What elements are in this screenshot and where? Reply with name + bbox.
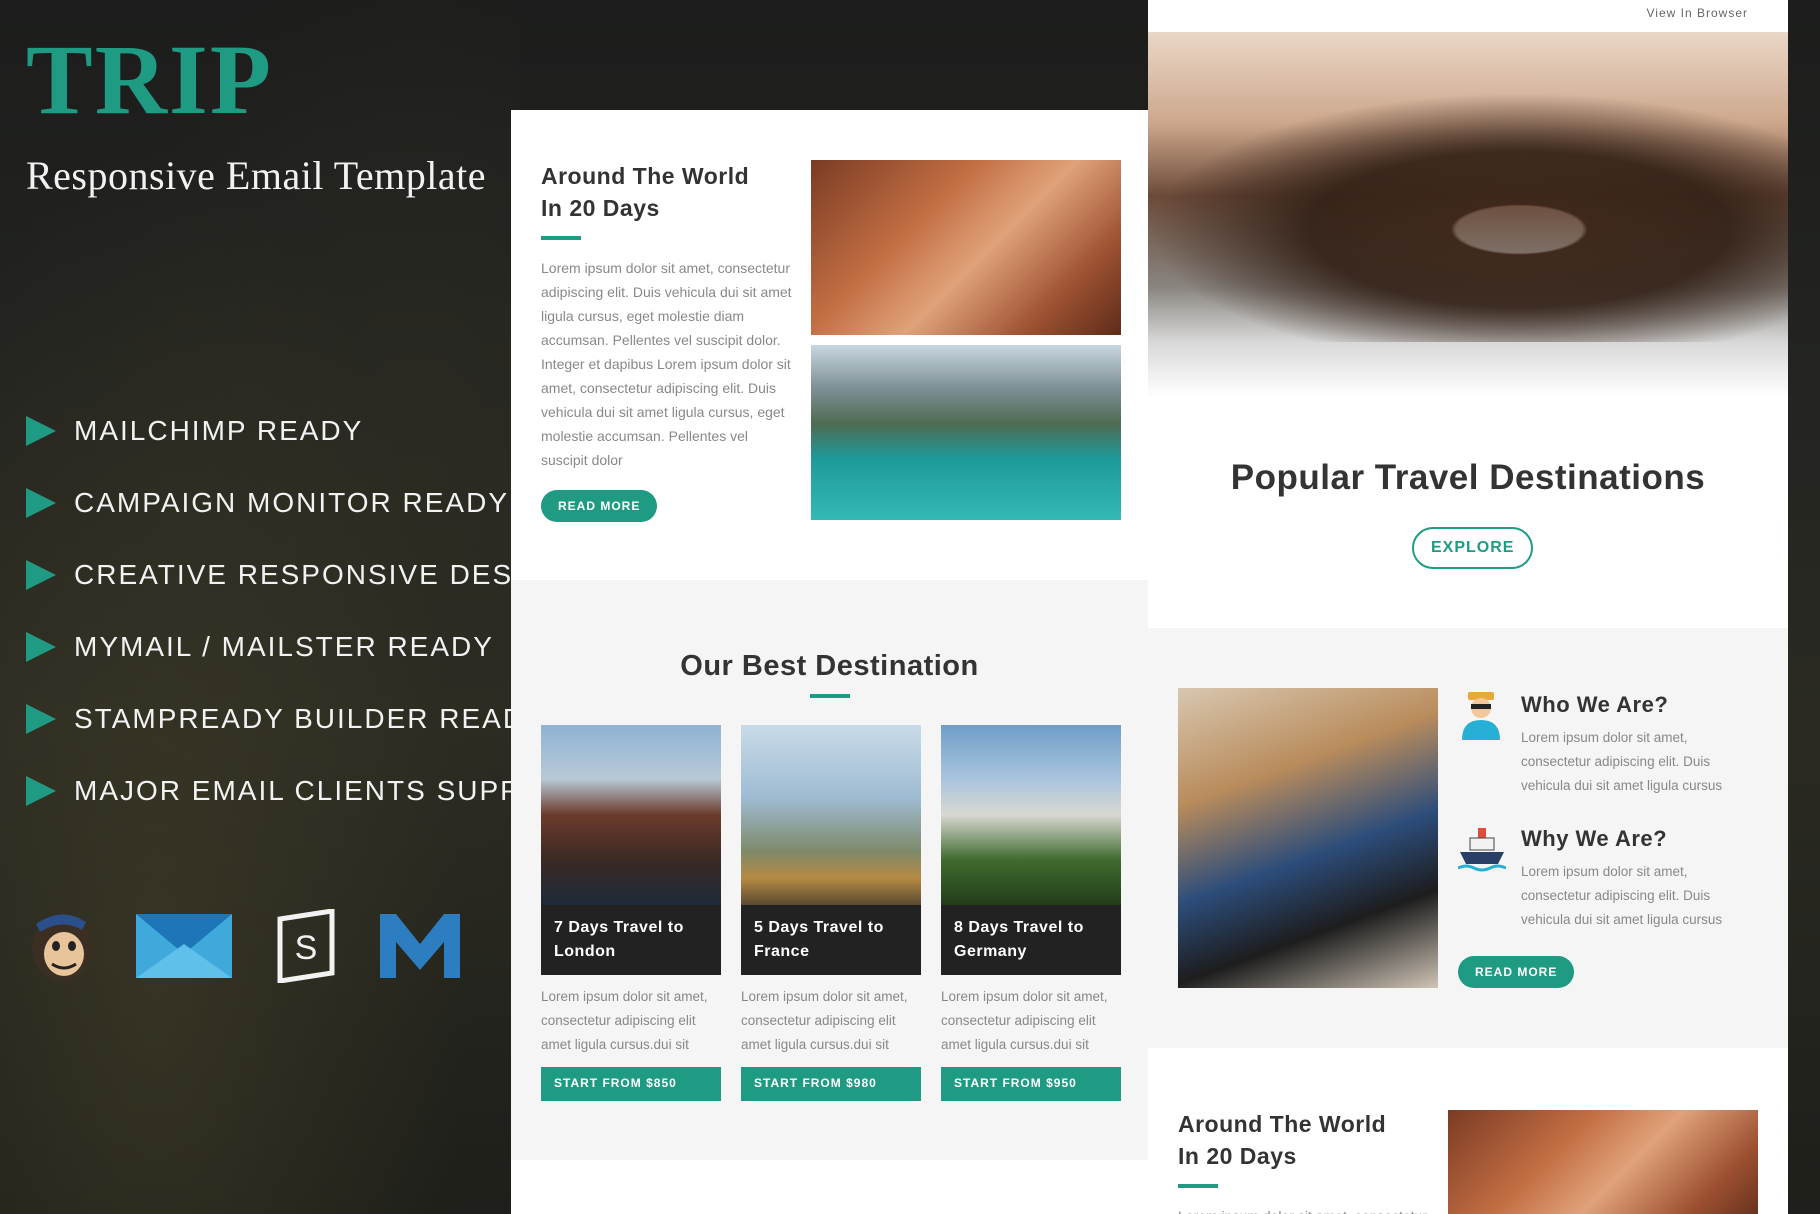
london-image [541,725,721,905]
caption-line2: London [554,943,616,960]
platform-logos: S [26,908,460,984]
caption-line2: Germany [954,943,1027,960]
email-preview-middle: Around The World In 20 Days Lorem ipsum … [511,110,1148,1214]
caption-line1: 8 Days Travel to [954,919,1084,936]
arrow-icon [26,704,56,734]
campaign-monitor-logo [136,908,232,984]
destination-caption[interactable]: 7 Days Travel to London [541,905,721,975]
svg-text:S: S [295,929,318,967]
around-the-world-block: Around The World In 20 Days Lorem ipsum … [1178,1108,1433,1214]
feature-item: MAILCHIMP READY [26,395,585,467]
around-text: Lorem ipsum dolor sit amet, consectetur [1178,1204,1433,1214]
arrow-icon [26,560,56,590]
feature-item: MAJOR EMAIL CLIENTS SUPPORT [26,755,585,827]
feature-list: MAILCHIMP READY CAMPAIGN MONITOR READY C… [26,395,585,827]
mymail-logo [380,908,460,984]
around-title: Around The World In 20 Days [1178,1108,1433,1172]
destination-card-france: 5 Days Travel to France Lorem ipsum dolo… [741,725,921,1101]
destination-caption[interactable]: 8 Days Travel to Germany [941,905,1121,975]
caption-line1: 7 Days Travel to [554,919,684,936]
around-the-world-block: Around The World In 20 Days Lorem ipsum … [541,160,796,522]
arrow-icon [26,632,56,662]
destination-text: Lorem ipsum dolor sit amet, consectetur … [741,989,908,1052]
why-we-are-item: Why We Are? Lorem ipsum dolor sit amet, … [1457,824,1758,932]
mailchimp-logo [26,908,98,984]
petra-image [1448,1110,1758,1214]
feature-label: STAMPREADY BUILDER READY [74,703,546,734]
caption-line2: France [754,943,810,960]
about-section: Who We Are? Lorem ipsum dolor sit amet, … [1148,628,1788,1048]
feature-label: MAJOR EMAIL CLIENTS SUPPORT [74,775,586,806]
destination-caption[interactable]: 5 Days Travel to France [741,905,921,975]
destination-card-london: 7 Days Travel to London Lorem ipsum dolo… [541,725,721,1101]
hero-title: Popular Travel Destinations [1230,458,1706,497]
explore-button[interactable]: EXPLORE [1412,527,1534,569]
arrow-icon [26,776,56,806]
title-underline [1178,1184,1218,1188]
arrow-icon [26,416,56,446]
view-in-browser-link[interactable]: View In Browser [1647,6,1748,20]
destination-text: Lorem ipsum dolor sit amet, consectetur … [541,989,708,1052]
email-preview-right: View In Browser Popular Travel Destinati… [1148,0,1788,1214]
petra-image [811,160,1121,335]
hero-rock-arch-image [1148,32,1788,397]
stampready-logo: S [270,908,342,984]
destination-text: Lorem ipsum dolor sit amet, consectetur … [941,989,1108,1052]
who-we-are-item: Who We Are? Lorem ipsum dolor sit amet, … [1458,690,1758,798]
feature-item: CAMPAIGN MONITOR READY [26,467,585,539]
castle-image [941,725,1121,905]
feature-item: CREATIVE RESPONSIVE DESIGN [26,539,585,611]
around-title-line2: In 20 Days [541,195,660,221]
around-text: Lorem ipsum dolor sit amet, consectetur … [541,260,792,468]
paris-image [741,725,921,905]
destination-card-germany: 8 Days Travel to Germany Lorem ipsum dol… [941,725,1121,1101]
title-underline [541,236,581,240]
around-title-line2: In 20 Days [1178,1143,1297,1169]
traveler-icon [1458,690,1504,740]
why-we-are-title: Why We Are? [1521,826,1668,851]
price-button[interactable]: START FROM $850 [541,1067,721,1101]
cruise-ship-icon [1457,824,1507,874]
read-more-button[interactable]: READ MORE [541,490,658,522]
around-title-line1: Around The World [1178,1111,1387,1137]
brand-title: TRIP [26,24,273,135]
feature-label: MYMAIL / MAILSTER READY [74,631,494,662]
read-more-button[interactable]: READ MORE [1458,956,1575,988]
title-underline [810,694,850,698]
feature-label: CREATIVE RESPONSIVE DESIGN [74,559,569,590]
arrow-icon [26,488,56,518]
best-destination-title: Our Best Destination [680,650,979,682]
around-title-line1: Around The World [541,163,750,189]
feature-item: MYMAIL / MAILSTER READY [26,611,585,683]
feature-label: MAILCHIMP READY [74,415,364,446]
feature-label: CAMPAIGN MONITOR READY [74,487,510,518]
lake-boat-image [811,345,1121,520]
caption-line1: 5 Days Travel to [754,919,884,936]
brand-subtitle: Responsive Email Template [26,153,486,198]
best-destination-section: Our Best Destination 7 Days Travel to Lo… [511,580,1148,1160]
around-title: Around The World In 20 Days [541,160,796,224]
travel-couple-image [1178,688,1438,988]
price-button[interactable]: START FROM $980 [741,1067,921,1101]
who-we-are-text: Lorem ipsum dolor sit amet, consectetur … [1521,730,1723,793]
why-we-are-text: Lorem ipsum dolor sit amet, consectetur … [1521,864,1723,927]
rock-arch-shape [1148,92,1788,342]
feature-item: STAMPREADY BUILDER READY [26,683,585,755]
price-button[interactable]: START FROM $950 [941,1067,1121,1101]
who-we-are-title: Who We Are? [1521,692,1669,717]
